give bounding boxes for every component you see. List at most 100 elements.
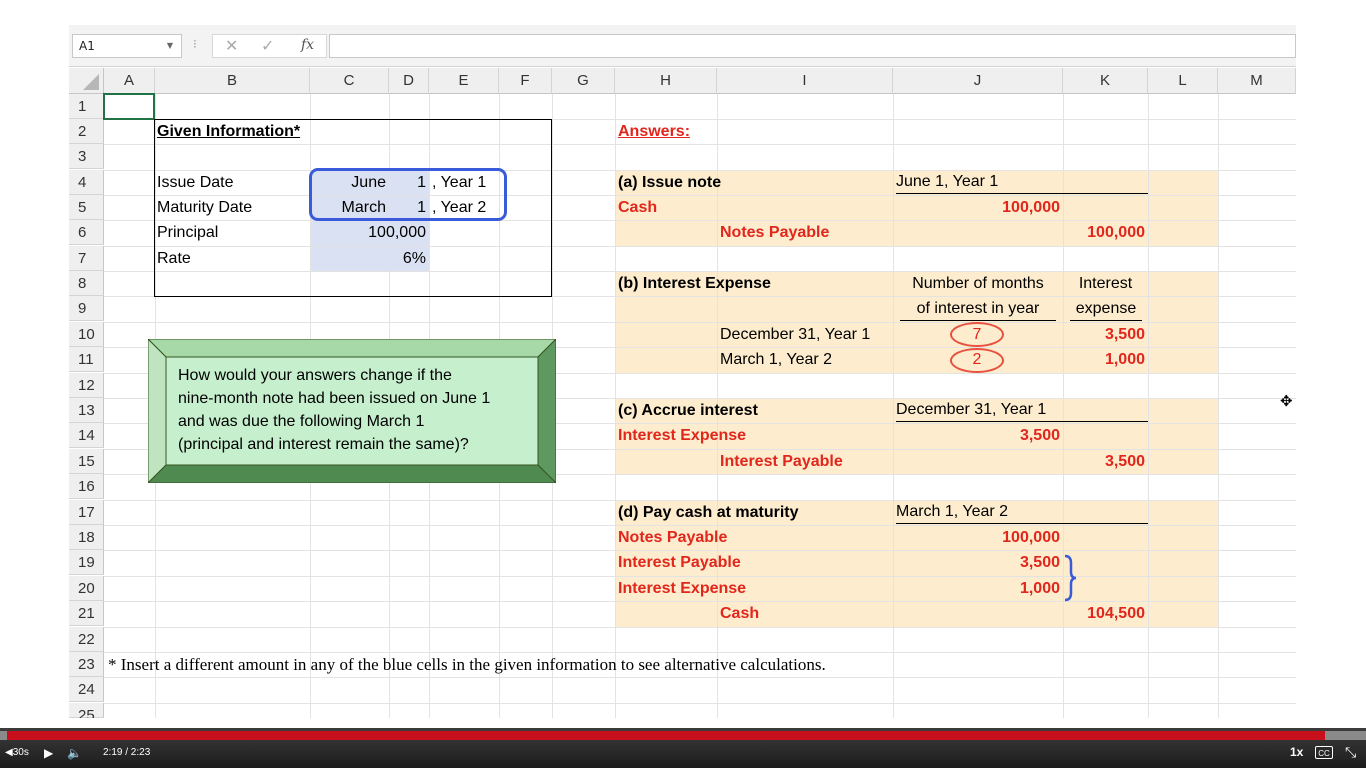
answer-a-date: June 1, Year 1: [896, 171, 1148, 194]
move-cursor-icon: ✥: [1280, 392, 1293, 410]
question-line-1: How would your answers change if the: [178, 367, 452, 384]
row-header-23[interactable]: 23: [69, 652, 104, 678]
answer-d-debit3-account: Interest Expense: [618, 580, 747, 597]
select-all-corner[interactable]: [69, 68, 104, 94]
answer-a-credit-account: Notes Payable: [720, 224, 830, 241]
function-icon[interactable]: fx: [301, 37, 314, 53]
formula-bar-separator: ⁝: [193, 37, 197, 51]
row-header-22[interactable]: 22: [69, 627, 104, 653]
grid-line: [104, 627, 1296, 628]
maturity-date-label: Maturity Date: [157, 199, 253, 216]
answer-c-debit-account: Interest Expense: [618, 427, 747, 444]
chevron-down-icon[interactable]: ▼: [167, 35, 173, 57]
answer-d-debit1-amount: 100,000: [1002, 529, 1060, 546]
column-header-i[interactable]: I: [717, 68, 893, 94]
row-header-24[interactable]: 24: [69, 677, 104, 703]
months-header-line-1: Number of months: [912, 275, 1044, 292]
answer-a-debit-account: Cash: [618, 199, 658, 216]
answer-c-label: (c) Accrue interest: [618, 402, 758, 419]
column-header-d[interactable]: D: [389, 68, 429, 94]
months-header-line-2: of interest in year: [900, 297, 1056, 321]
column-header-f[interactable]: F: [499, 68, 552, 94]
row-header-4[interactable]: 4: [69, 170, 104, 196]
row-header-19[interactable]: 19: [69, 550, 104, 576]
corner-triangle-icon: [83, 74, 99, 90]
row-header-18[interactable]: 18: [69, 525, 104, 551]
answer-c-credit-amount: 3,500: [1104, 453, 1145, 470]
grid-line: [615, 94, 616, 718]
row-header-15[interactable]: 15: [69, 449, 104, 475]
answer-d-debit2-amount: 3,500: [1019, 554, 1060, 571]
question-line-4: (principal and interest remain the same)…: [178, 436, 469, 453]
grid-line: [893, 94, 894, 718]
row-header-13[interactable]: 13: [69, 398, 104, 424]
captions-button[interactable]: CC: [1315, 746, 1333, 759]
column-header-h[interactable]: H: [615, 68, 717, 94]
question-line-2: nine-month note had been issued on June …: [178, 390, 491, 407]
formula-buttons: ✕ ✓ fx: [212, 34, 327, 58]
play-icon[interactable]: ▶: [44, 746, 53, 760]
column-header-j[interactable]: J: [893, 68, 1063, 94]
column-header-c[interactable]: C: [310, 68, 389, 94]
answer-a-debit-amount: 100,000: [1002, 199, 1060, 216]
row-header-12[interactable]: 12: [69, 373, 104, 399]
row-header-11[interactable]: 11: [69, 347, 104, 373]
interest-row-1-label: December 31, Year 1: [720, 326, 871, 343]
interest-header-line-1: Interest: [1078, 275, 1133, 292]
row-header-25[interactable]: 25: [69, 703, 104, 718]
grid-line: [104, 703, 1296, 704]
months-circle-annotation: [950, 348, 1004, 373]
row-header-10[interactable]: 10: [69, 322, 104, 348]
column-header-m[interactable]: M: [1218, 68, 1296, 94]
column-header-g[interactable]: G: [552, 68, 615, 94]
column-header-b[interactable]: B: [155, 68, 310, 94]
row-header-20[interactable]: 20: [69, 576, 104, 602]
time-display: 2:19 / 2:23: [103, 747, 151, 758]
volume-icon[interactable]: 🔈: [67, 746, 82, 760]
cancel-icon[interactable]: ✕: [225, 36, 238, 55]
rewind-label: 30s: [12, 747, 29, 758]
answer-b-label: (b) Interest Expense: [618, 275, 771, 292]
row-header-3[interactable]: 3: [69, 144, 104, 170]
interest-row-2-amount: 1,000: [1104, 351, 1145, 368]
row-header-17[interactable]: 17: [69, 500, 104, 526]
answer-c-debit-amount: 3,500: [1019, 427, 1060, 444]
formula-bar: A1 ▼ ⁝ ✕ ✓ fx: [69, 25, 1296, 67]
speed-button[interactable]: 1x: [1290, 745, 1303, 759]
principal-cell[interactable]: 100,000: [310, 221, 426, 245]
column-header-l[interactable]: L: [1148, 68, 1218, 94]
row-header-2[interactable]: 2: [69, 119, 104, 145]
formula-input[interactable]: [329, 34, 1296, 58]
column-header-a[interactable]: A: [104, 68, 155, 94]
row-header-8[interactable]: 8: [69, 271, 104, 297]
fullscreen-exit-icon[interactable]: ⤡: [1345, 744, 1356, 761]
months-circle-annotation: [950, 322, 1004, 347]
rewind-button[interactable]: ◀30s: [5, 747, 29, 758]
row-header-14[interactable]: 14: [69, 423, 104, 449]
brace-icon: [1064, 554, 1077, 602]
rate-label: Rate: [157, 250, 191, 267]
answer-c-date: December 31, Year 1: [896, 399, 1148, 422]
row-header-1[interactable]: 1: [69, 94, 104, 120]
question-line-3: and was due the following March 1: [178, 413, 425, 430]
row-header-21[interactable]: 21: [69, 601, 104, 627]
interest-header-line-2: expense: [1070, 297, 1142, 321]
row-header-9[interactable]: 9: [69, 296, 104, 322]
active-cell-a1[interactable]: [103, 93, 155, 120]
name-box[interactable]: A1 ▼: [72, 34, 182, 58]
enter-icon[interactable]: ✓: [261, 36, 274, 55]
rate-cell[interactable]: 6%: [310, 247, 426, 271]
column-header-e[interactable]: E: [429, 68, 499, 94]
column-header-k[interactable]: K: [1063, 68, 1148, 94]
row-header-7[interactable]: 7: [69, 246, 104, 272]
question-callout: How would your answers change if the nin…: [148, 339, 556, 483]
answer-d-debit3-amount: 1,000: [1019, 580, 1060, 597]
name-box-value: A1: [79, 39, 95, 53]
row-header-5[interactable]: 5: [69, 195, 104, 221]
grid-line: [1148, 94, 1149, 718]
answer-d-label: (d) Pay cash at maturity: [618, 504, 799, 521]
answer-a-credit-amount: 100,000: [1087, 224, 1145, 241]
row-header-16[interactable]: 16: [69, 474, 104, 500]
principal-label: Principal: [157, 224, 219, 241]
row-header-6[interactable]: 6: [69, 220, 104, 246]
